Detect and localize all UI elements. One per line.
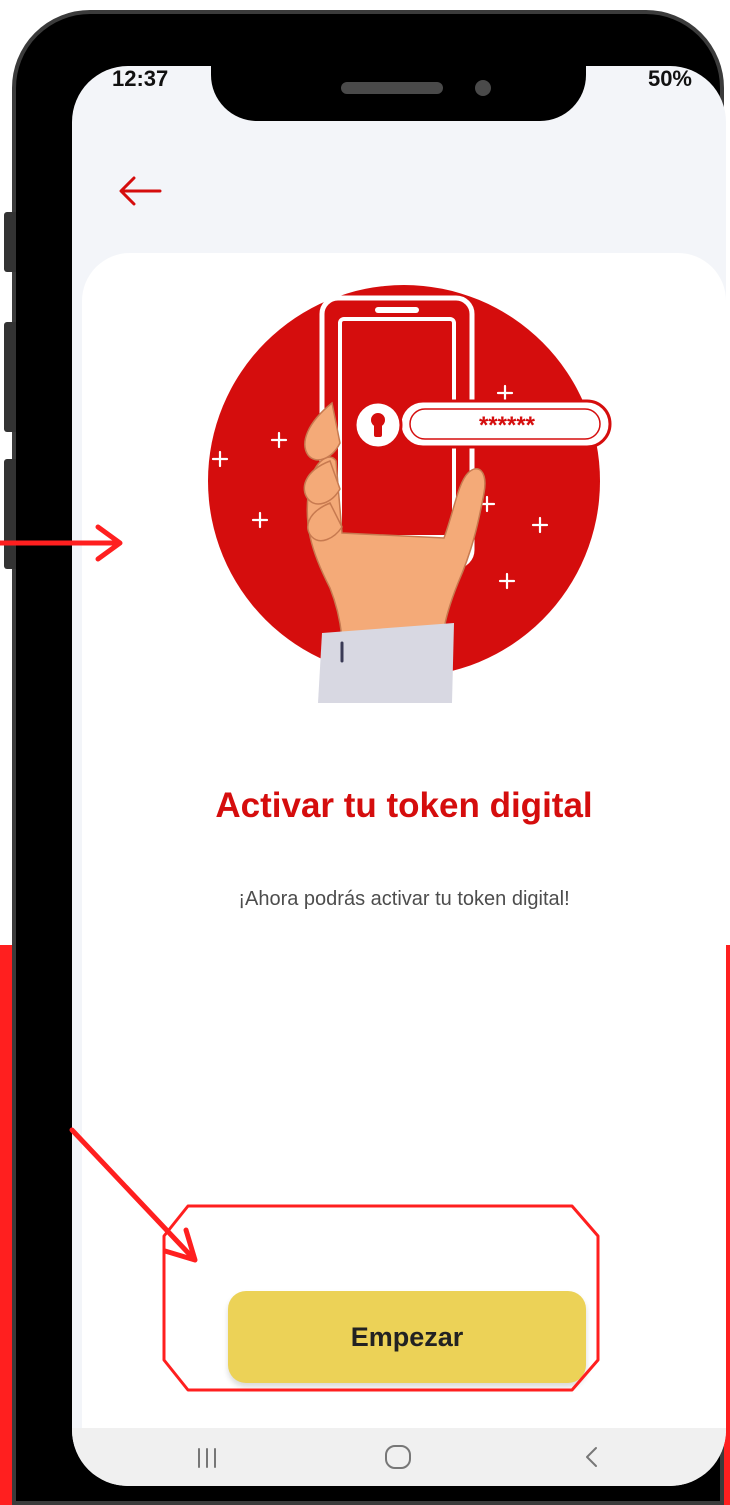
side-button xyxy=(4,459,16,569)
speaker-grille xyxy=(341,82,443,94)
page-subtitle: ¡Ahora podrás activar tu token digital! xyxy=(238,888,570,910)
recent-apps-icon xyxy=(198,1448,216,1468)
chevron-left-icon xyxy=(586,1447,597,1467)
camera-notch xyxy=(211,58,586,121)
back-button[interactable] xyxy=(112,166,172,216)
content-card: ****** Activar tu token digital ¡Ahora p… xyxy=(82,253,726,1433)
front-camera xyxy=(475,80,491,96)
side-button xyxy=(4,212,16,272)
token-illustration: ****** xyxy=(208,285,612,703)
nav-recent-apps-button[interactable] xyxy=(177,1436,237,1478)
start-button[interactable]: Empezar xyxy=(228,1291,586,1383)
android-nav-bar xyxy=(72,1428,726,1486)
status-time: 12:37 xyxy=(112,66,169,91)
app-screen: 12:37 50% ****** Activar tu token digita… xyxy=(72,66,726,1486)
nav-home-button[interactable] xyxy=(368,1436,428,1478)
battery-status: 50% xyxy=(647,66,692,91)
nav-back-button[interactable] xyxy=(562,1436,622,1478)
arrow-left-icon xyxy=(119,176,162,206)
phone-frame: 12:37 50% ****** Activar tu token digita… xyxy=(4,10,726,1505)
password-mask-text: ****** xyxy=(479,412,536,439)
home-icon xyxy=(385,1445,411,1469)
side-button xyxy=(4,322,16,432)
page-title: Activar tu token digital xyxy=(215,786,593,825)
